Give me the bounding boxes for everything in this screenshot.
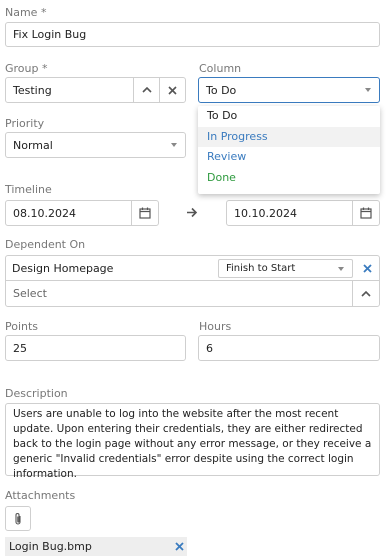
dependent-on-box: Design Homepage Finish to Start Select [5, 255, 380, 307]
remove-dependency-icon[interactable] [363, 264, 372, 273]
hours-label: Hours [199, 320, 232, 333]
timeline-start-input[interactable]: 08.10.2024 [5, 200, 159, 226]
column-select[interactable]: To Do [198, 77, 380, 103]
group-collapse-button[interactable] [133, 78, 159, 102]
dependency-select-placeholder: Select [13, 287, 47, 300]
start-date-picker-button[interactable] [131, 201, 158, 225]
description-textarea[interactable]: Users are unable to log into the website… [5, 403, 380, 480]
timeline-start-value: 08.10.2024 [13, 206, 76, 220]
attachment-filename[interactable]: Login Bug.bmp [9, 540, 92, 553]
points-input[interactable]: 25 [5, 335, 186, 361]
name-value: Fix Login Bug [13, 28, 87, 41]
column-label: Column [199, 62, 242, 75]
column-option-review[interactable]: Review [198, 147, 380, 168]
group-label: Group * [5, 62, 48, 75]
group-select[interactable]: Testing [5, 77, 186, 103]
hours-value: 6 [206, 341, 213, 355]
chevron-down-icon [365, 88, 371, 92]
name-label: Name * [5, 6, 47, 19]
points-label: Points [5, 320, 39, 333]
column-dropdown: To Do In Progress Review Done [198, 106, 380, 194]
group-clear-button[interactable] [159, 78, 185, 102]
chevron-down-icon [171, 143, 177, 147]
arrow-right-icon [186, 207, 198, 218]
points-value: 25 [13, 341, 27, 355]
chevron-down-icon [338, 266, 344, 271]
dependency-type-select[interactable]: Finish to Start [218, 259, 353, 278]
column-option-done[interactable]: Done [198, 168, 380, 189]
dependency-type-value: Finish to Start [226, 263, 296, 274]
dependency-expand-button[interactable] [352, 281, 379, 306]
timeline-end-input[interactable]: 10.10.2024 [226, 200, 380, 226]
dependency-row: Design Homepage Finish to Start [6, 256, 379, 281]
paperclip-icon [13, 512, 23, 526]
column-option-to-do[interactable]: To Do [198, 106, 380, 127]
group-value: Testing [13, 83, 52, 97]
priority-value: Normal [13, 138, 53, 152]
attach-file-button[interactable] [5, 506, 31, 531]
timeline-label: Timeline [5, 183, 52, 196]
chevron-up-icon [141, 87, 152, 93]
attachment-item: Login Bug.bmp [5, 537, 187, 556]
name-input[interactable]: Fix Login Bug [5, 22, 380, 47]
column-value: To Do [206, 83, 237, 97]
remove-attachment-icon[interactable] [175, 542, 184, 551]
priority-label: Priority [5, 117, 45, 130]
description-label: Description [5, 387, 68, 400]
close-icon [168, 85, 177, 95]
end-date-picker-button[interactable] [352, 201, 379, 225]
dependent-on-label: Dependent On [5, 238, 86, 251]
dependency-select[interactable]: Select [6, 281, 379, 306]
timeline-end-value: 10.10.2024 [234, 206, 297, 220]
dependency-task: Design Homepage [12, 262, 114, 275]
column-option-in-progress[interactable]: In Progress [198, 126, 380, 147]
attachments-label: Attachments [5, 489, 76, 502]
chevron-up-icon [361, 290, 371, 297]
calendar-icon [360, 207, 372, 219]
priority-select[interactable]: Normal [5, 132, 186, 158]
calendar-icon [139, 207, 151, 219]
hours-input[interactable]: 6 [198, 335, 380, 361]
